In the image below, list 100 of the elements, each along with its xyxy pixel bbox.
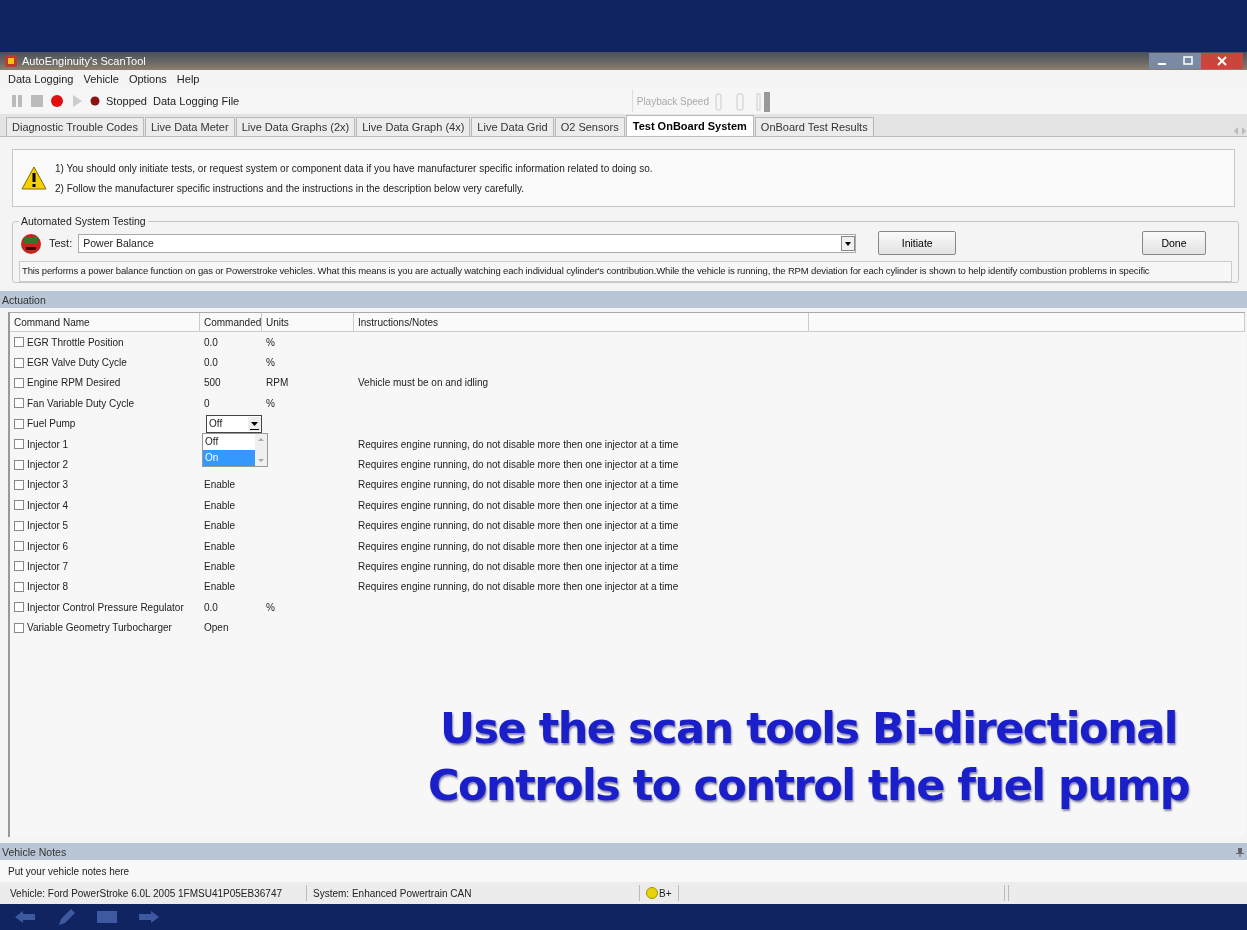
- warning-text: 1) You should only initiate tests, or request system or component data if you have manufacturer specific information related to doing so.: [55, 162, 653, 174]
- caption-text: Use the scan tools Bi-directional: [440, 707, 1177, 750]
- command-name: Injector 8: [27, 581, 69, 593]
- checkbox[interactable]: [14, 357, 24, 368]
- checkbox[interactable]: [14, 520, 24, 531]
- command-name: Engine RPM Desired: [27, 377, 121, 389]
- note-text: Vehicle must be on and idling: [358, 377, 489, 389]
- vehicle-info: Vehicle: Ford PowerStroke 6.0L 2005 1FMSU41P05EB36747: [10, 887, 283, 899]
- column-header: Instructions/Notes: [354, 313, 809, 331]
- scrollbar-icon[interactable]: [255, 433, 267, 466]
- units-value: %: [266, 601, 275, 613]
- battery-label: B+: [659, 887, 672, 899]
- command-name: Injector 5: [27, 520, 69, 532]
- playback-label: Playback Speed: [636, 95, 709, 107]
- units-value: %: [266, 336, 275, 348]
- close-icon[interactable]: [1201, 53, 1243, 69]
- column-header: Commanded: [200, 313, 262, 331]
- value-dropdown[interactable]: Off: [206, 414, 262, 433]
- tab[interactable]: Live Data Grid: [471, 117, 554, 136]
- commanded-value: Enable: [204, 479, 236, 491]
- command-name: Injector 2: [27, 459, 69, 471]
- test-select[interactable]: Power Balance: [78, 233, 857, 253]
- tab[interactable]: O2 Sensors: [554, 117, 625, 136]
- commanded-value: Enable: [204, 499, 236, 511]
- menu-item[interactable]: Options: [128, 73, 167, 85]
- checkbox[interactable]: [14, 377, 24, 388]
- commanded-value: 0.0: [204, 601, 218, 613]
- menu-item[interactable]: Vehicle: [83, 73, 119, 85]
- commanded-value: 0: [204, 397, 210, 409]
- tab[interactable]: Live Data Graph (4x): [356, 117, 471, 136]
- command-name: Fuel Pump: [27, 418, 76, 430]
- checkbox[interactable]: [14, 622, 24, 633]
- maximize-icon[interactable]: [1175, 53, 1201, 69]
- column-header: Command Name: [10, 313, 200, 331]
- checkbox[interactable]: [14, 418, 24, 429]
- window-title: AutoEnginuity's ScanTool: [22, 55, 146, 67]
- commanded-value: Enable: [204, 540, 236, 552]
- description-text: This performs a power balance function on gas or Powerstroke vehicles. What this means is you are actually watching each individual cylinder's contribution.While the vehicle is running, the RPM deviation for each cylinder is shown to help identify combustion problems in specific: [19, 261, 1232, 282]
- checkbox[interactable]: [14, 439, 24, 450]
- command-name: Injector 4: [27, 499, 69, 511]
- checkbox[interactable]: [14, 459, 24, 470]
- slide-icon[interactable]: [96, 910, 118, 924]
- note-text: Requires engine running, do not disable more then one injector at a time: [358, 540, 679, 552]
- warning-icon: [21, 166, 47, 190]
- units-value: %: [266, 397, 275, 409]
- status-light-icon: [646, 887, 658, 899]
- note-text: Requires engine running, do not disable more then one injector at a time: [358, 520, 679, 532]
- dropdown-option[interactable]: Off: [203, 433, 255, 450]
- command-name: Variable Geometry Turbocharger: [27, 622, 172, 634]
- tab[interactable]: Live Data Graphs (2x): [235, 117, 356, 136]
- pin-icon[interactable]: [1235, 846, 1245, 857]
- menu-item[interactable]: Data Logging: [8, 73, 74, 85]
- panel-title: Vehicle Notes: [2, 845, 67, 858]
- checkbox[interactable]: [14, 398, 24, 409]
- note-text: Requires engine running, do not disable more then one injector at a time: [358, 499, 679, 511]
- panel-title: Actuation: [2, 293, 46, 306]
- command-name: Injector 6: [27, 540, 69, 552]
- caption-text: Controls to control the fuel pump: [428, 764, 1189, 807]
- note-text: Requires engine running, do not disable more then one injector at a time: [358, 459, 679, 471]
- checkbox[interactable]: [14, 602, 24, 613]
- pause-icon[interactable]: [10, 94, 24, 108]
- command-name: Injector 3: [27, 479, 69, 491]
- speed-slider-icon[interactable]: [715, 90, 771, 112]
- checkbox[interactable]: [14, 337, 24, 348]
- command-name: Injector 1: [27, 438, 69, 450]
- minimize-icon[interactable]: [1149, 53, 1175, 69]
- commanded-value: Enable: [204, 581, 236, 593]
- commanded-value: 0.0: [204, 336, 218, 348]
- done-button[interactable]: Done: [1142, 231, 1206, 255]
- units-value: RPM: [266, 377, 289, 389]
- tab[interactable]: Live Data Meter: [144, 117, 235, 136]
- forward-arrow-icon[interactable]: [138, 910, 160, 924]
- group-title: Automated System Testing: [20, 215, 147, 227]
- tab[interactable]: Test OnBoard System: [625, 115, 754, 136]
- stop-icon[interactable]: [30, 94, 44, 108]
- app-icon: [4, 54, 18, 68]
- test-label: Test:: [49, 237, 73, 249]
- menu-item[interactable]: Help: [176, 73, 200, 85]
- notes-text: Put your vehicle notes here: [8, 865, 130, 877]
- command-name: Injector 7: [27, 561, 69, 572]
- command-name: EGR Valve Duty Cycle: [27, 357, 127, 369]
- note-text: Requires engine running, do not disable more then one injector at a time: [358, 479, 679, 491]
- checkbox[interactable]: [14, 541, 24, 552]
- back-arrow-icon[interactable]: [14, 910, 36, 924]
- checkbox[interactable]: [14, 479, 24, 490]
- checkbox[interactable]: [14, 561, 24, 572]
- units-value: %: [266, 357, 275, 369]
- pencil-icon[interactable]: [56, 908, 76, 926]
- commanded-value: 0.0: [204, 357, 218, 369]
- checkbox[interactable]: [14, 500, 24, 511]
- checkbox[interactable]: [14, 581, 24, 592]
- command-name: EGR Throttle Position: [27, 336, 124, 348]
- note-text: Requires engine running, do not disable more then one injector at a time: [358, 581, 679, 593]
- tab[interactable]: OnBoard Test Results: [754, 117, 874, 136]
- commanded-value: Open: [204, 622, 229, 634]
- record-icon[interactable]: [50, 94, 64, 108]
- tab[interactable]: Diagnostic Trouble Codes: [6, 117, 144, 136]
- initiate-button[interactable]: Initiate: [878, 231, 957, 255]
- commanded-value: Enable: [204, 520, 236, 532]
- engine-test-icon: [19, 231, 43, 255]
